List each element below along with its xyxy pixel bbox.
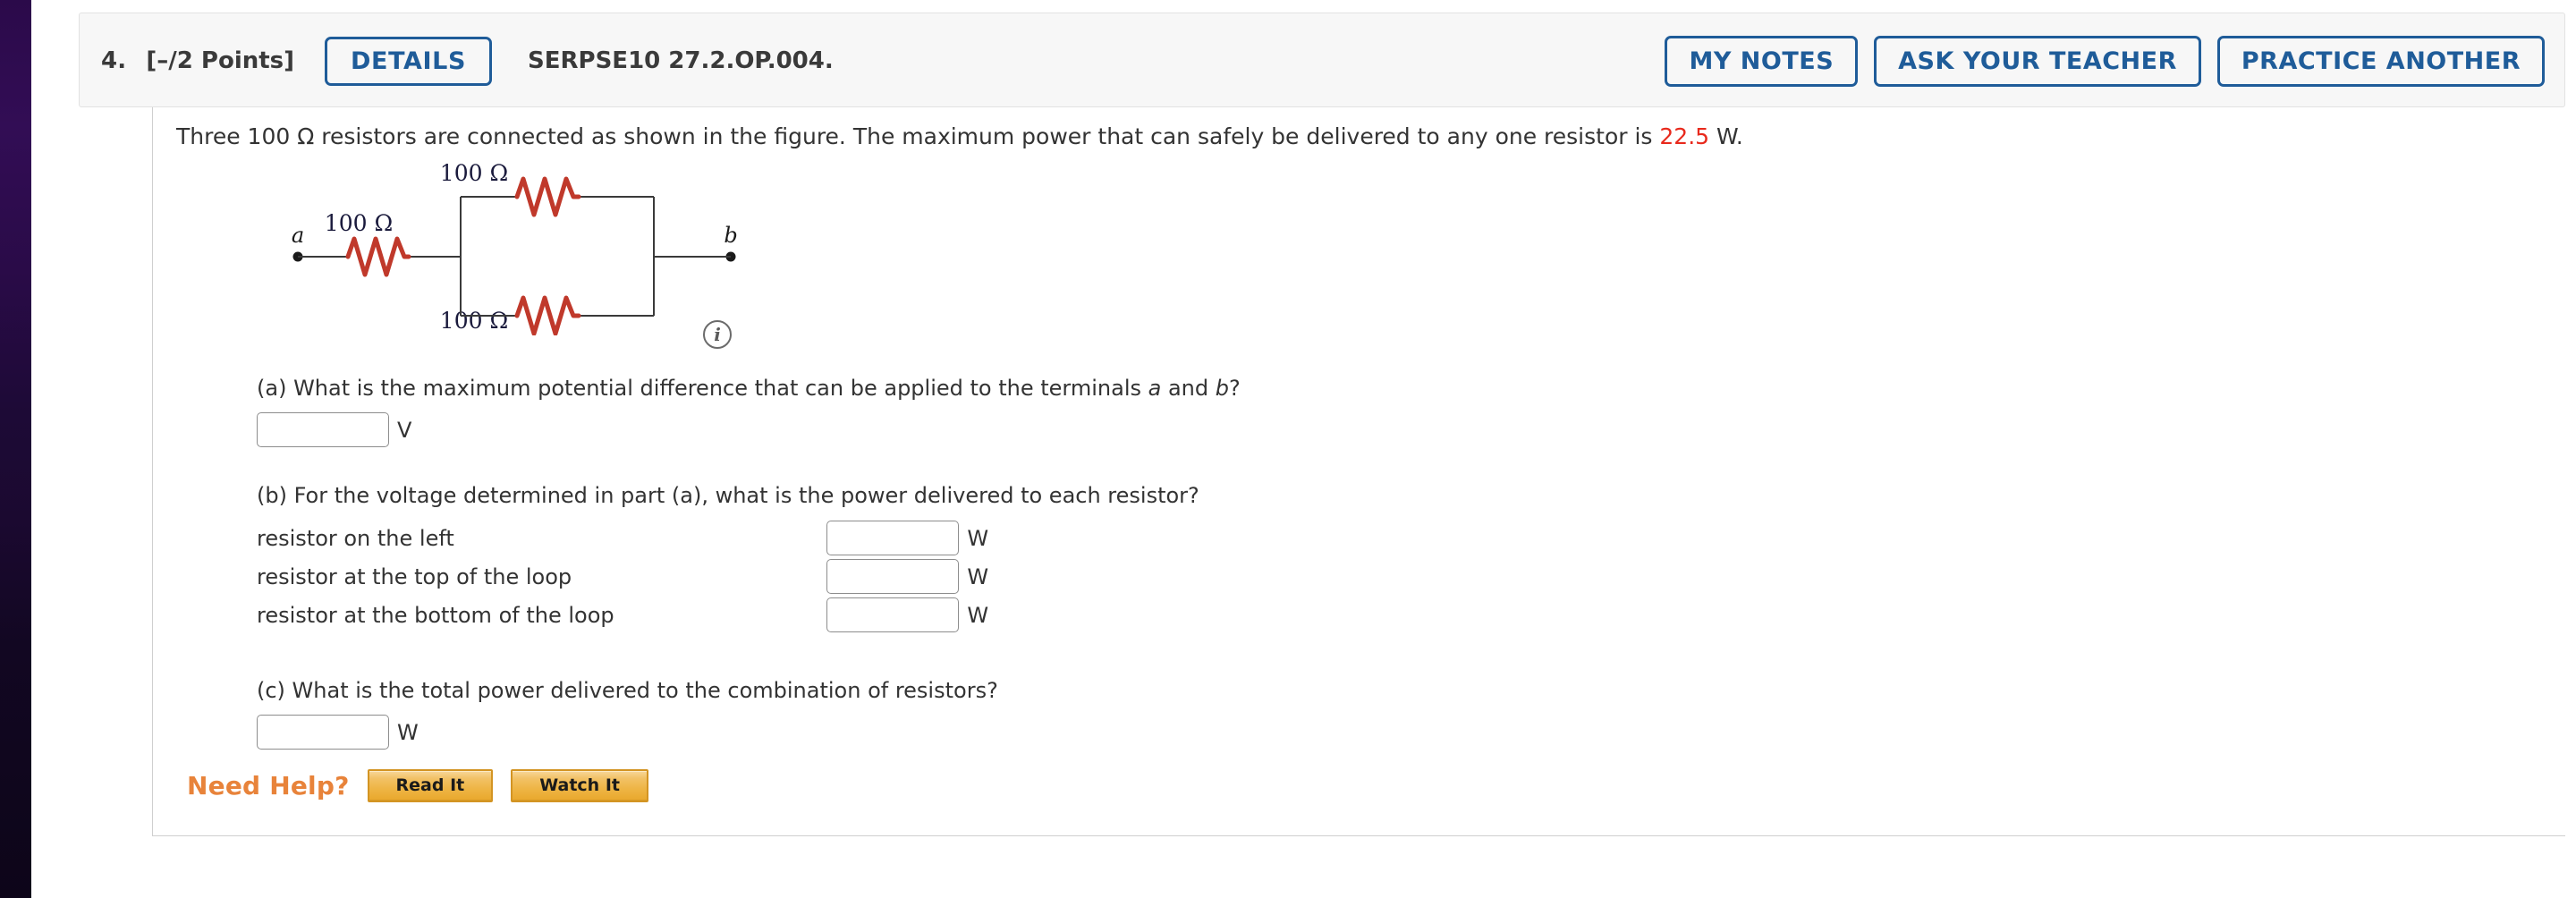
problem-statement-text-before: Three 100 Ω resistors are connected as s… [176,123,1660,149]
problem-statement-text-after: W. [1709,123,1743,149]
part-b-answer-input-2[interactable] [826,597,960,632]
circuit-diagram-svg: 100 Ω 100 Ω 100 Ω a b [292,160,738,335]
practice-another-button[interactable]: PRACTICE ANOTHER [2216,35,2545,87]
part-a-unit: V [397,417,412,443]
part-a: (a) What is the maximum potential differ… [257,376,1241,447]
part-a-question: (a) What is the maximum potential differ… [257,376,1241,401]
resistor-left [345,236,411,277]
part-c-answer-input[interactable] [257,715,389,750]
read-it-button[interactable]: Read It [367,769,494,802]
part-b-answer-input-1[interactable] [826,559,960,594]
problem-statement: Three 100 Ω resistors are connected as s… [176,123,1743,149]
ask-your-teacher-button[interactable]: ASK YOUR TEACHER [1874,35,2201,87]
question-body: Three 100 Ω resistors are connected as s… [152,107,2565,836]
figure-terminal-b-label: b [724,223,737,248]
part-c-answer-row: W [257,715,998,750]
part-b: (b) For the voltage determined in part (… [257,483,1199,632]
figure-label-bottom: 100 Ω [440,308,508,334]
info-icon[interactable]: i [703,320,732,349]
part-b-answer-grid: resistor on the left W resistor at the t… [257,521,1199,632]
need-help-section: Need Help? Read It Watch It [187,769,648,802]
question-header-right-group: MY NOTES ASK YOUR TEACHER PRACTICE ANOTH… [1665,13,2545,108]
resistor-bottom [514,295,581,335]
question-number: 4. [101,47,127,74]
figure-label-left: 100 Ω [325,210,393,236]
question-header-left-group: 4. [–/2 Points] DETAILS SERPSE10 27.2.OP… [101,13,834,108]
details-button[interactable]: DETAILS [325,36,493,86]
part-a-answer-row: V [257,412,1241,447]
part-c-question: (c) What is the total power delivered to… [257,678,998,703]
problem-statement-highlight: 22.5 [1659,123,1710,149]
part-b-question: (b) For the voltage determined in part (… [257,483,1199,508]
part-b-answer-input-0[interactable] [826,521,960,555]
question-points: [–/2 Points] [146,47,295,74]
part-b-row-label-2: resistor at the bottom of the loop [257,602,614,628]
watch-it-button[interactable]: Watch It [511,769,648,802]
circuit-figure: 100 Ω 100 Ω 100 Ω a b i [278,157,779,367]
figure-terminal-a-label: a [292,223,304,248]
problem-id: SERPSE10 27.2.OP.004. [528,47,834,74]
need-help-label: Need Help? [187,771,350,801]
part-a-answer-input[interactable] [257,412,389,447]
my-notes-button[interactable]: MY NOTES [1665,35,1859,87]
figure-label-top: 100 Ω [440,160,508,186]
part-b-row-unit-1: W [967,563,989,589]
part-b-row-label-0: resistor on the left [257,525,454,551]
part-b-row-unit-0: W [967,525,989,551]
part-c: (c) What is the total power delivered to… [257,678,998,750]
question-header-card: 4. [–/2 Points] DETAILS SERPSE10 27.2.OP… [79,13,2565,107]
left-nav-rail [0,0,31,898]
part-c-unit: W [397,719,419,745]
part-b-row-label-1: resistor at the top of the loop [257,563,572,589]
part-b-row-unit-2: W [967,602,989,628]
resistor-top [514,176,581,217]
